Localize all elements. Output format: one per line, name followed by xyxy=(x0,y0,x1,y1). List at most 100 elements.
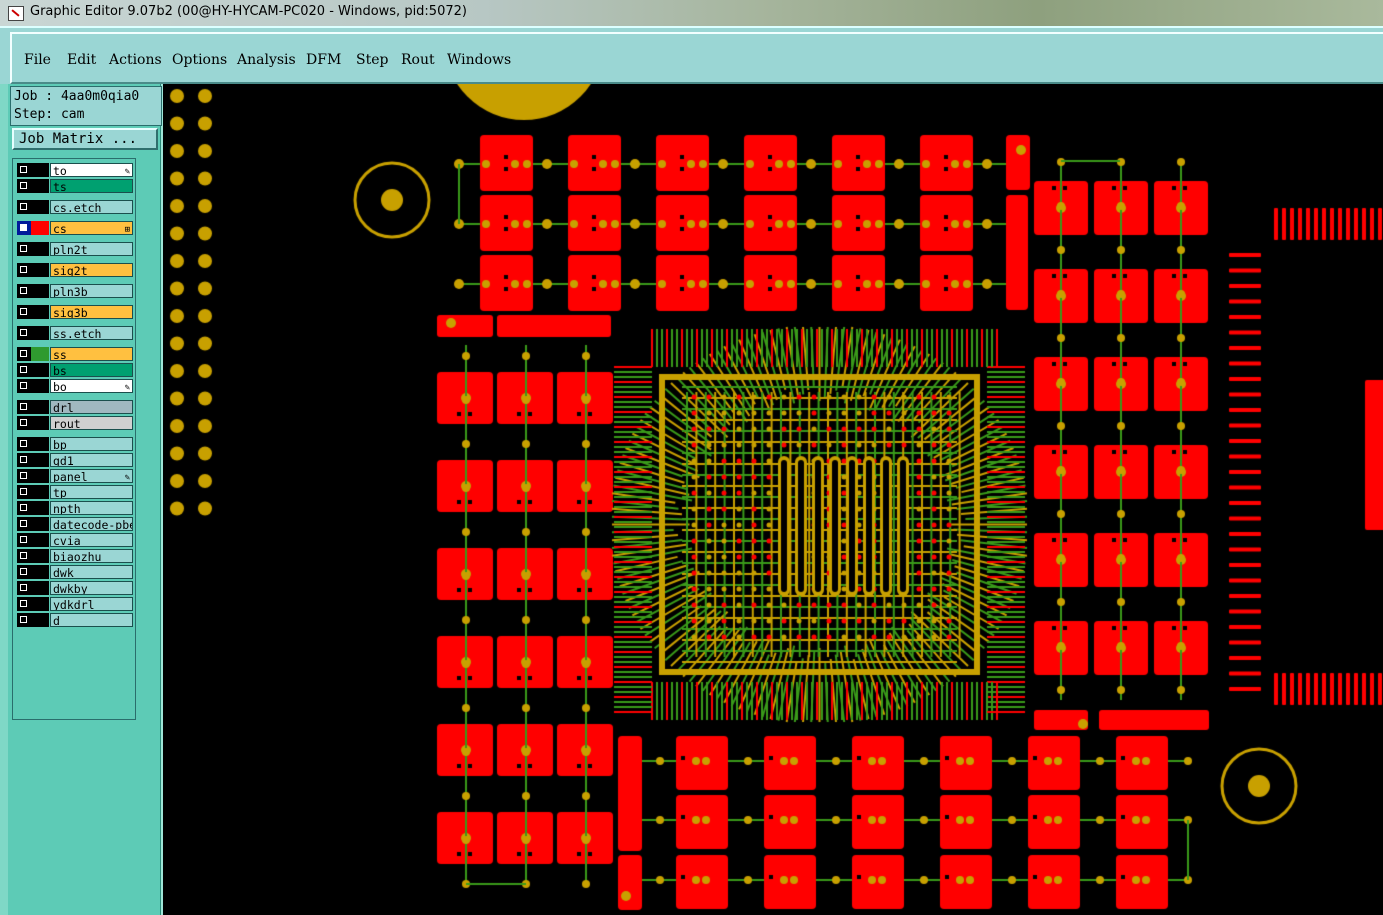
layer-row-gd1[interactable]: gd1 xyxy=(15,453,133,467)
layer-color-swatch[interactable] xyxy=(31,469,49,483)
menu-analysis[interactable]: Analysis xyxy=(237,52,296,68)
layer-color-swatch[interactable] xyxy=(31,163,49,177)
layer-color-swatch[interactable] xyxy=(31,613,49,627)
layer-checkbox[interactable] xyxy=(17,179,31,193)
layer-row-d[interactable]: d xyxy=(15,613,133,627)
pcb-graphic-canvas[interactable] xyxy=(163,84,1383,915)
menu-file[interactable]: File xyxy=(24,52,51,68)
layer-color-swatch[interactable] xyxy=(31,416,49,430)
layer-color-swatch[interactable] xyxy=(31,565,49,579)
layer-row-sig3b[interactable]: sig3b xyxy=(15,305,133,319)
layer-color-swatch[interactable] xyxy=(31,347,49,361)
layer-row-biaozhu[interactable]: biaozhu xyxy=(15,549,133,563)
layer-checkbox[interactable] xyxy=(17,597,31,611)
layer-checkbox[interactable] xyxy=(17,347,31,361)
layer-color-swatch[interactable] xyxy=(31,501,49,515)
layer-row-bs[interactable]: bs xyxy=(15,363,133,377)
layer-checkbox[interactable] xyxy=(17,363,31,377)
menu-rout[interactable]: Rout xyxy=(401,52,435,68)
layer-color-swatch[interactable] xyxy=(31,485,49,499)
layer-checkbox[interactable] xyxy=(17,379,31,393)
layer-color-swatch[interactable] xyxy=(31,379,49,393)
menu-step[interactable]: Step xyxy=(356,52,388,68)
layer-row-rout[interactable]: rout xyxy=(15,416,133,430)
layer-row-cs[interactable]: cs ⊞ xyxy=(15,221,133,235)
layer-color-swatch[interactable] xyxy=(31,581,49,595)
layer-color-swatch[interactable] xyxy=(31,242,49,256)
layer-color-swatch[interactable] xyxy=(31,400,49,414)
layer-checkbox[interactable] xyxy=(17,263,31,277)
layer-row-pln2t[interactable]: pln2t xyxy=(15,242,133,256)
layer-name[interactable]: cs.etch xyxy=(50,200,133,214)
layer-row-pln3b[interactable]: pln3b xyxy=(15,284,133,298)
layer-color-swatch[interactable] xyxy=(31,326,49,340)
layer-checkbox[interactable] xyxy=(17,163,31,177)
layer-row-tp[interactable]: tp xyxy=(15,485,133,499)
layer-checkbox[interactable] xyxy=(17,469,31,483)
layer-checkbox[interactable] xyxy=(17,437,31,451)
layer-checkbox[interactable] xyxy=(17,242,31,256)
layer-row-dwk[interactable]: dwk xyxy=(15,565,133,579)
layer-name[interactable]: npth xyxy=(50,501,133,515)
layer-row-ts[interactable]: ts xyxy=(15,179,133,193)
layer-name[interactable]: ydkdrl xyxy=(50,597,133,611)
layer-name[interactable]: bp xyxy=(50,437,133,451)
layer-color-swatch[interactable] xyxy=(31,549,49,563)
layer-color-swatch[interactable] xyxy=(31,437,49,451)
menu-windows[interactable]: Windows xyxy=(447,52,511,68)
layer-color-swatch[interactable] xyxy=(31,533,49,547)
job-matrix-button[interactable]: Job Matrix ... xyxy=(12,128,158,150)
layer-name[interactable]: pln2t xyxy=(50,242,133,256)
layer-name[interactable]: cs ⊞ xyxy=(50,221,133,235)
layer-color-swatch[interactable] xyxy=(31,221,49,235)
layer-name[interactable]: biaozhu xyxy=(50,549,133,563)
layer-checkbox[interactable] xyxy=(17,221,31,235)
layer-color-swatch[interactable] xyxy=(31,363,49,377)
menu-options[interactable]: Options xyxy=(172,52,227,68)
menu-actions[interactable]: Actions xyxy=(109,52,162,68)
layer-name[interactable]: ts xyxy=(50,179,133,193)
layer-name[interactable]: sig2t xyxy=(50,263,133,277)
layer-row-dwkby[interactable]: dwkby xyxy=(15,581,133,595)
layer-row-datecode-pbe[interactable]: datecode-pbe xyxy=(15,517,133,531)
layer-row-sig2t[interactable]: sig2t xyxy=(15,263,133,277)
layer-checkbox[interactable] xyxy=(17,565,31,579)
layer-name[interactable]: pln3b xyxy=(50,284,133,298)
layer-row-bp[interactable]: bp xyxy=(15,437,133,451)
layer-checkbox[interactable] xyxy=(17,326,31,340)
layer-name[interactable]: cvia xyxy=(50,533,133,547)
layer-row-cs-etch[interactable]: cs.etch xyxy=(15,200,133,214)
layer-color-swatch[interactable] xyxy=(31,179,49,193)
layer-row-drl[interactable]: drl xyxy=(15,400,133,414)
layer-name[interactable]: d xyxy=(50,613,133,627)
layer-checkbox[interactable] xyxy=(17,485,31,499)
layer-name[interactable]: to ✎ xyxy=(50,163,133,177)
layer-checkbox[interactable] xyxy=(17,501,31,515)
layer-name[interactable]: drl xyxy=(50,400,133,414)
layer-name[interactable]: bo ✎ xyxy=(50,379,133,393)
layer-name[interactable]: bs xyxy=(50,363,133,377)
layer-row-ss[interactable]: ss xyxy=(15,347,133,361)
layer-row-ydkdrl[interactable]: ydkdrl xyxy=(15,597,133,611)
layer-name[interactable]: rout xyxy=(50,416,133,430)
layer-row-bo[interactable]: bo ✎ xyxy=(15,379,133,393)
layer-checkbox[interactable] xyxy=(17,400,31,414)
menu-edit[interactable]: Edit xyxy=(67,52,96,68)
layer-name[interactable]: gd1 xyxy=(50,453,133,467)
layer-row-cvia[interactable]: cvia xyxy=(15,533,133,547)
layer-color-swatch[interactable] xyxy=(31,453,49,467)
layer-name[interactable]: datecode-pbe xyxy=(50,517,133,531)
layer-name[interactable]: ss xyxy=(50,347,133,361)
layer-checkbox[interactable] xyxy=(17,305,31,319)
layer-name[interactable]: sig3b xyxy=(50,305,133,319)
layer-name[interactable]: tp xyxy=(50,485,133,499)
layer-row-npth[interactable]: npth xyxy=(15,501,133,515)
layer-name[interactable]: ss.etch xyxy=(50,326,133,340)
menu-dfm[interactable]: DFM xyxy=(306,52,341,68)
layer-checkbox[interactable] xyxy=(17,284,31,298)
layer-checkbox[interactable] xyxy=(17,613,31,627)
layer-color-swatch[interactable] xyxy=(31,263,49,277)
layer-color-swatch[interactable] xyxy=(31,200,49,214)
layer-checkbox[interactable] xyxy=(17,517,31,531)
layer-checkbox[interactable] xyxy=(17,416,31,430)
